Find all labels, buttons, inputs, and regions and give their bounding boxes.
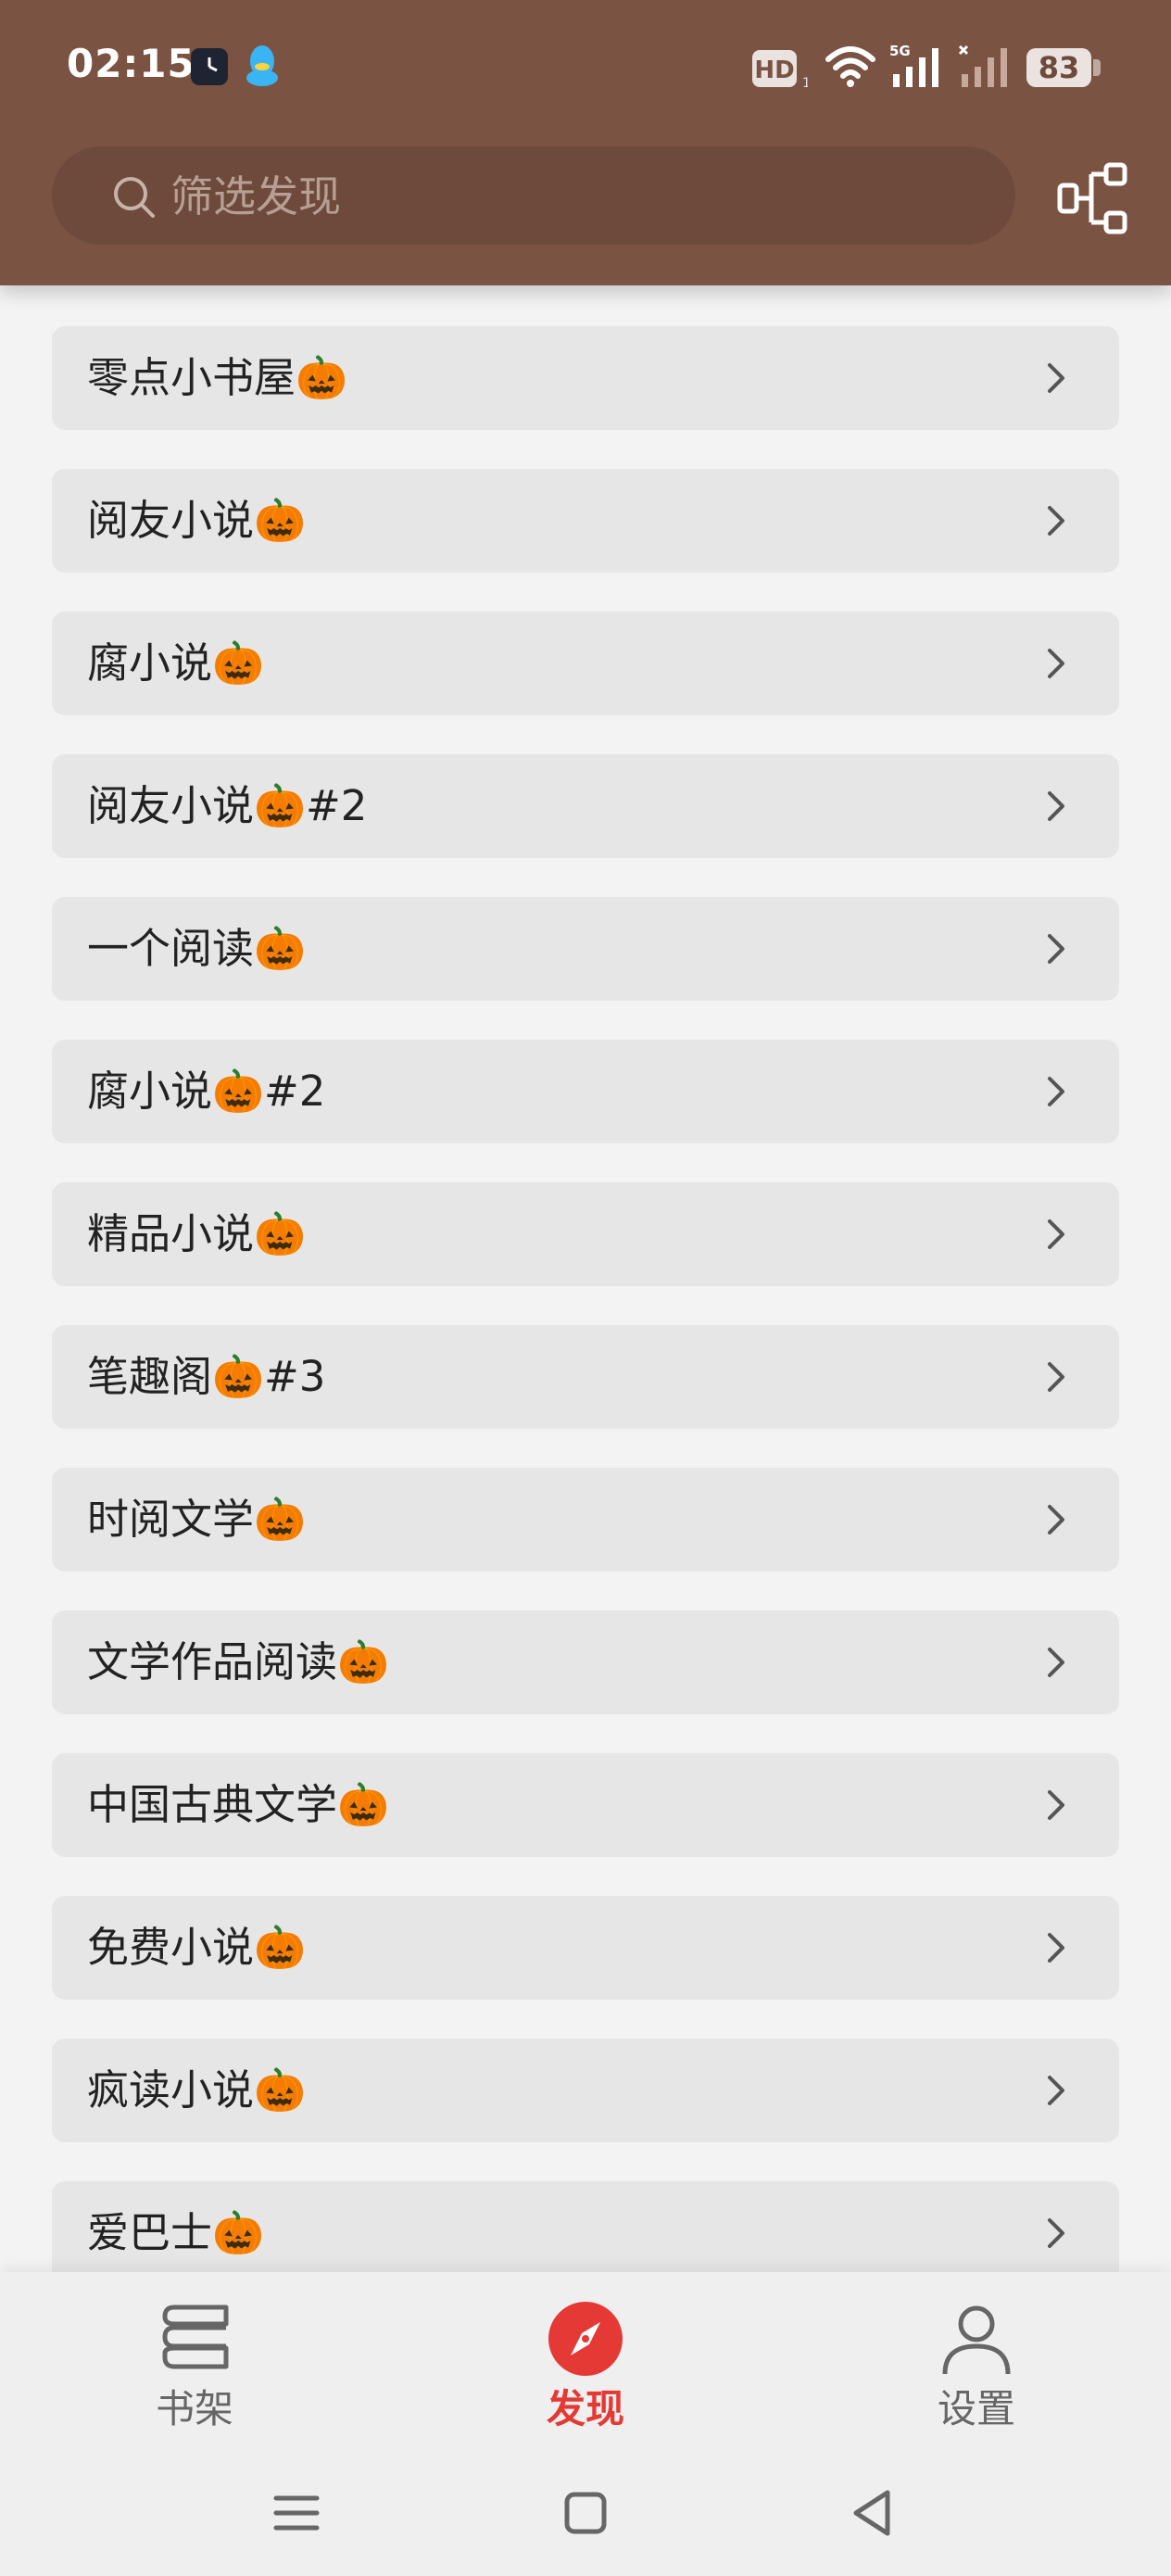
nav-discover-label: 发现 bbox=[546, 2386, 624, 2431]
chevron-right-icon bbox=[1048, 1648, 1064, 1677]
chevron-right-icon bbox=[1048, 1362, 1064, 1392]
source-name: 文学作品阅读🎃 bbox=[87, 1637, 390, 1686]
compass-icon bbox=[548, 2302, 623, 2376]
source-name: 中国古典文学🎃 bbox=[87, 1780, 390, 1829]
search-bar[interactable] bbox=[52, 146, 1015, 245]
source-row[interactable]: 文学作品阅读🎃 bbox=[52, 1610, 1119, 1714]
source-name: 一个阅读🎃 bbox=[87, 924, 307, 973]
source-row[interactable]: 疯读小说🎃 bbox=[52, 2039, 1119, 2142]
wifi-icon bbox=[823, 43, 878, 89]
back-triangle-icon bbox=[853, 2490, 890, 2536]
bookshelf-icon bbox=[162, 2305, 229, 2369]
group-tree-button[interactable] bbox=[1054, 159, 1132, 237]
nav-discover[interactable]: 发现 bbox=[447, 2272, 724, 2448]
source-name: 免费小说🎃 bbox=[87, 1923, 307, 1972]
source-name: 精品小说🎃 bbox=[87, 1209, 307, 1258]
chevron-right-icon bbox=[1048, 1219, 1064, 1249]
source-row[interactable]: 精品小说🎃 bbox=[52, 1182, 1119, 1286]
signal-no-sim-icon bbox=[958, 43, 1014, 89]
chevron-right-icon bbox=[1048, 934, 1064, 964]
source-name: 腐小说🎃 bbox=[87, 638, 265, 688]
chevron-right-icon bbox=[1048, 1505, 1064, 1534]
battery-icon: 83 bbox=[1026, 48, 1091, 87]
chevron-right-icon bbox=[1048, 1933, 1064, 1963]
app-header: 02:15 HD 1 5G 83 筛选发现 bbox=[0, 0, 1171, 285]
bottom-navigation: 书架 发现 设置 bbox=[0, 2272, 1171, 2448]
source-name: 腐小说🎃#2 bbox=[87, 1067, 326, 1116]
recent-apps-button[interactable] bbox=[269, 2485, 324, 2541]
back-button[interactable] bbox=[845, 2485, 900, 2541]
signal-5g-icon: 5G bbox=[889, 43, 945, 89]
source-row[interactable]: 免费小说🎃 bbox=[52, 1896, 1119, 2000]
source-row[interactable]: 腐小说🎃 bbox=[52, 612, 1119, 715]
hd-voice-icon: HD 1 bbox=[752, 48, 811, 91]
status-bar: 02:15 HD 1 5G 83 bbox=[0, 0, 1171, 139]
nav-settings-label: 设置 bbox=[937, 2386, 1015, 2431]
source-row[interactable]: 阅友小说🎃 bbox=[52, 469, 1119, 573]
source-name: 笔趣阁🎃#3 bbox=[87, 1352, 326, 1401]
chevron-right-icon bbox=[1048, 649, 1064, 678]
source-row[interactable]: 零点小书屋🎃 bbox=[52, 326, 1119, 430]
battery-tip bbox=[1093, 59, 1101, 76]
svg-text:5G: 5G bbox=[889, 43, 911, 59]
tree-structure-icon bbox=[1057, 162, 1127, 234]
svg-text:HD: HD bbox=[754, 57, 794, 84]
source-row[interactable]: 一个阅读🎃 bbox=[52, 897, 1119, 1001]
chevron-right-icon bbox=[1048, 1077, 1064, 1106]
source-name: 阅友小说🎃 bbox=[87, 496, 307, 545]
home-button[interactable] bbox=[558, 2485, 613, 2541]
search-icon bbox=[111, 174, 157, 221]
nav-settings[interactable]: 设置 bbox=[837, 2272, 1115, 2448]
chevron-right-icon bbox=[1048, 506, 1064, 536]
chevron-right-icon bbox=[1048, 363, 1064, 393]
search-input[interactable] bbox=[169, 165, 969, 228]
source-row[interactable]: 时阅文学🎃 bbox=[52, 1468, 1119, 1572]
source-row[interactable]: 中国古典文学🎃 bbox=[52, 1753, 1119, 1857]
source-name: 时阅文学🎃 bbox=[87, 1495, 307, 1544]
source-name: 零点小书屋🎃 bbox=[87, 353, 348, 402]
chevron-right-icon bbox=[1048, 1790, 1064, 1820]
chevron-right-icon bbox=[1048, 791, 1064, 821]
source-row[interactable]: 阅友小说🎃#2 bbox=[52, 754, 1119, 858]
nav-bookshelf[interactable]: 书架 bbox=[56, 2272, 334, 2448]
chevron-right-icon bbox=[1048, 2218, 1064, 2248]
source-row[interactable]: 爱巴士🎃 bbox=[52, 2181, 1119, 2274]
nav-bookshelf-label: 书架 bbox=[155, 2386, 233, 2431]
source-row[interactable]: 笔趣阁🎃#3 bbox=[52, 1325, 1119, 1429]
system-navigation-bar bbox=[0, 2448, 1171, 2576]
menu-lines-icon bbox=[273, 2495, 320, 2531]
chevron-right-icon bbox=[1048, 2076, 1064, 2105]
svg-text:1: 1 bbox=[802, 76, 808, 89]
qq-penguin-icon bbox=[243, 43, 282, 89]
source-row[interactable]: 腐小说🎃#2 bbox=[52, 1040, 1119, 1143]
square-icon bbox=[564, 2492, 607, 2534]
clock-app-icon bbox=[191, 48, 228, 85]
source-name: 阅友小说🎃#2 bbox=[87, 781, 368, 830]
discover-source-list[interactable]: 零点小书屋🎃 阅友小说🎃 腐小说🎃 阅友小说🎃#2 一个阅读🎃 腐小说🎃#2 精… bbox=[0, 285, 1171, 2274]
status-time: 02:15 bbox=[67, 41, 195, 86]
source-name: 爱巴士🎃 bbox=[87, 2208, 265, 2257]
person-icon bbox=[942, 2305, 1011, 2375]
source-name: 疯读小说🎃 bbox=[87, 2065, 307, 2115]
